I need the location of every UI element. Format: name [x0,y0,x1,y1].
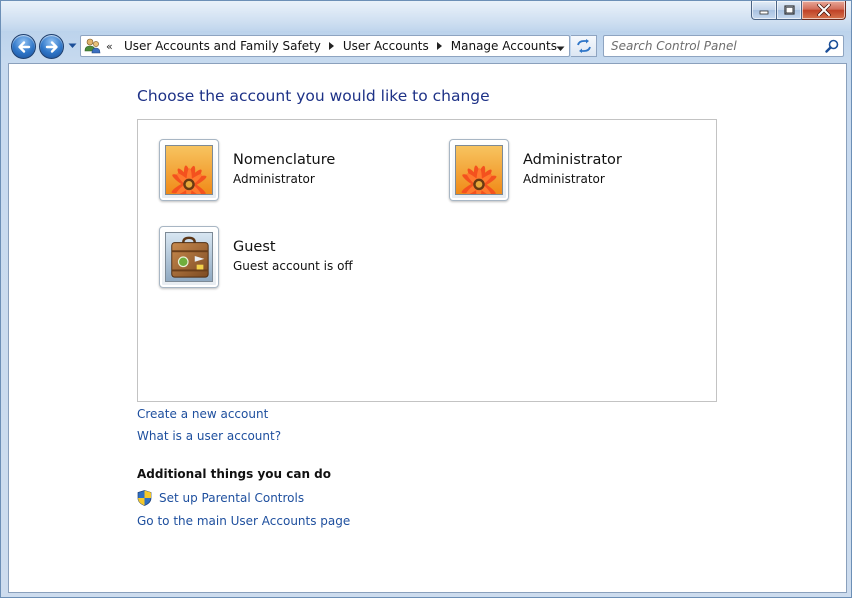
chevron-right-icon[interactable] [436,41,445,51]
refresh-button[interactable] [571,35,597,57]
accounts-list: Nomenclature Administrator Administrator… [137,119,717,402]
parental-controls-link[interactable]: Set up Parental Controls [137,490,304,506]
chevron-right-icon[interactable] [328,41,337,51]
account-picture[interactable] [159,139,219,201]
account-tile-guest[interactable]: Guest Guest account is off [138,207,398,288]
main-user-accounts-link[interactable]: Go to the main User Accounts page [137,514,350,528]
minimize-button[interactable] [751,1,777,20]
breadcrumb-user-accounts-family-safety[interactable]: User Accounts and Family Safety [124,39,321,53]
window-frame: « User Accounts and Family Safety User A… [0,0,852,598]
close-icon [816,4,831,16]
search-icon[interactable] [825,39,839,53]
breadcrumb-user-accounts[interactable]: User Accounts [343,39,429,53]
refresh-icon [576,39,591,53]
account-picture[interactable] [159,226,219,288]
navigation-bar: « User Accounts and Family Safety User A… [1,31,851,61]
parental-controls-label[interactable]: Set up Parental Controls [159,491,304,505]
search-input[interactable] [611,39,816,53]
account-picture[interactable] [449,139,509,201]
account-tile-administrator[interactable]: Administrator Administrator [428,120,688,201]
arrow-left-icon [17,40,30,53]
content-pane: Choose the account you would like to cha… [8,63,847,593]
arrow-right-icon [45,40,58,53]
flower-picture-icon [455,145,503,195]
flower-picture-icon [165,145,213,195]
minimize-icon [759,10,769,15]
maximize-button[interactable] [777,1,802,20]
create-account-link[interactable]: Create a new account [137,407,268,421]
chevron-down-icon [556,46,565,51]
uac-shield-icon [137,490,152,506]
suitcase-picture-icon [165,232,213,282]
account-type: Guest account is off [233,259,353,273]
back-button[interactable] [11,34,36,59]
chevron-down-icon [68,43,76,48]
maximize-icon [783,5,795,15]
recent-pages-dropdown[interactable] [67,41,77,51]
breadcrumb-manage-accounts[interactable]: Manage Accounts [451,39,557,53]
search-box[interactable] [603,35,844,57]
account-type: Administrator [523,172,605,186]
account-tile-nomenclature[interactable]: Nomenclature Administrator [138,120,398,201]
user-accounts-icon [84,38,101,54]
additional-heading: Additional things you can do [137,467,332,481]
what-is-account-link[interactable]: What is a user account? [137,429,281,443]
close-button[interactable] [802,1,846,20]
account-name[interactable]: Nomenclature [233,152,335,168]
account-name[interactable]: Administrator [523,152,622,168]
account-type: Administrator [233,172,315,186]
account-name[interactable]: Guest [233,239,276,255]
page-title: Choose the account you would like to cha… [137,87,490,105]
address-history-dropdown[interactable] [556,41,566,51]
breadcrumb-overflow[interactable]: « [106,40,118,53]
caption-buttons [751,1,846,20]
address-bar[interactable]: « User Accounts and Family Safety User A… [80,35,570,57]
forward-button[interactable] [39,34,64,59]
